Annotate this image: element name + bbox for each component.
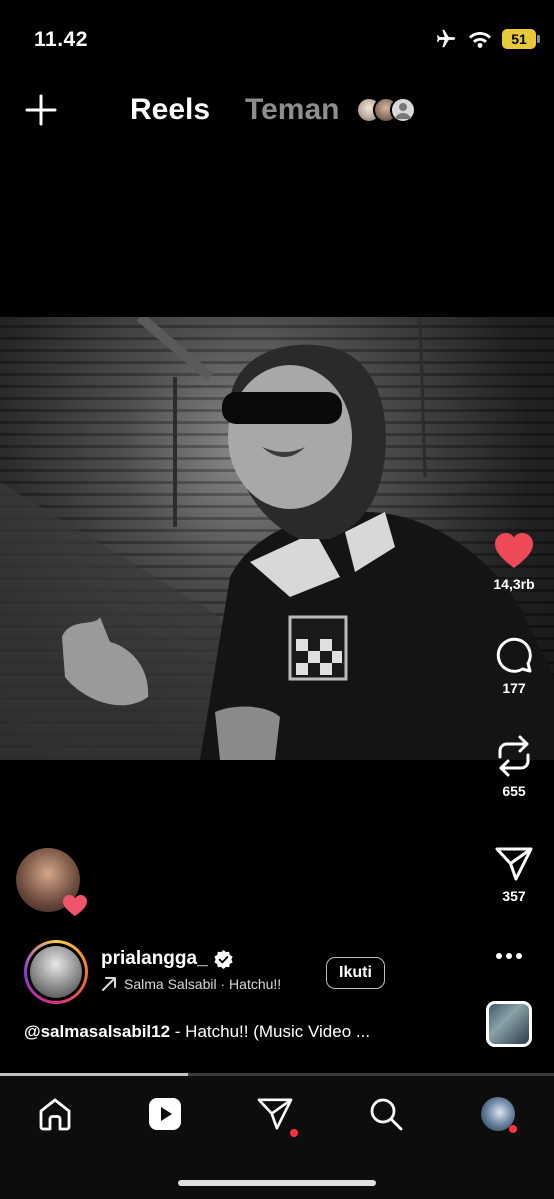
repost-action[interactable]: 655	[474, 735, 554, 799]
caption-mention[interactable]: @salmasalsabil12	[24, 1022, 170, 1041]
comment-count: 177	[502, 680, 526, 696]
home-indicator	[178, 1180, 376, 1186]
caption[interactable]: @salmasalsabil12 - Hatchu!! (Music Video…	[24, 1022, 370, 1042]
messages-icon[interactable]	[257, 1097, 293, 1131]
nav-reels[interactable]	[145, 1094, 185, 1134]
nav-home[interactable]	[35, 1094, 75, 1134]
audio-thumbnail[interactable]	[486, 1001, 532, 1047]
reels-icon[interactable]	[147, 1096, 183, 1132]
caption-text: - Hatchu!! (Music Video ...	[170, 1022, 371, 1041]
comment-action[interactable]: 177	[474, 636, 554, 696]
person-icon	[395, 103, 411, 119]
send-icon[interactable]	[495, 846, 533, 882]
friend-avatar	[390, 97, 416, 123]
airplane-icon	[436, 29, 456, 48]
share-action[interactable]: 357	[474, 846, 554, 904]
comment-icon[interactable]	[495, 636, 533, 674]
arrow-up-right-icon	[102, 977, 116, 991]
verified-badge-icon	[214, 949, 233, 969]
tab-friends[interactable]: Teman	[245, 93, 339, 127]
status-bar: 11.42 51	[0, 0, 554, 80]
author-username-row[interactable]: prialangga_	[101, 948, 233, 970]
heart-icon[interactable]	[494, 532, 534, 570]
tab-reels[interactable]: Reels	[130, 93, 210, 127]
nav-search[interactable]	[366, 1094, 406, 1134]
battery-icon: 51	[502, 29, 540, 49]
like-action[interactable]: 14,3rb	[474, 532, 554, 592]
heart-badge-icon	[63, 895, 87, 916]
nav-messages[interactable]	[255, 1094, 298, 1137]
audio-attribution[interactable]: Salma Salsabil · Hatchu!!	[101, 976, 281, 992]
like-count: 14,3rb	[493, 576, 535, 592]
more-options-icon[interactable]	[494, 946, 524, 966]
nav-profile[interactable]	[478, 1094, 518, 1134]
repost-icon[interactable]	[495, 735, 533, 777]
author-avatar[interactable]	[24, 940, 88, 1004]
friend-avatars[interactable]	[356, 97, 416, 123]
wifi-icon	[469, 32, 491, 48]
audio-text: Salma Salsabil · Hatchu!!	[124, 976, 282, 992]
repost-count: 655	[502, 783, 526, 799]
reels-header: Reels Teman	[0, 85, 554, 140]
plus-icon[interactable]	[24, 93, 58, 127]
author-username[interactable]: prialangga_	[101, 948, 208, 970]
status-icons: 51	[434, 28, 540, 50]
video-frame-illustration	[0, 317, 554, 760]
reel-video[interactable]	[0, 317, 554, 760]
share-count: 357	[502, 888, 526, 904]
follow-button[interactable]: Ikuti	[326, 957, 385, 989]
search-icon[interactable]	[368, 1096, 404, 1132]
profile-notification-dot	[509, 1125, 517, 1133]
status-time: 11.42	[34, 28, 88, 51]
messages-notification-dot	[290, 1129, 298, 1137]
home-icon[interactable]	[37, 1096, 73, 1132]
